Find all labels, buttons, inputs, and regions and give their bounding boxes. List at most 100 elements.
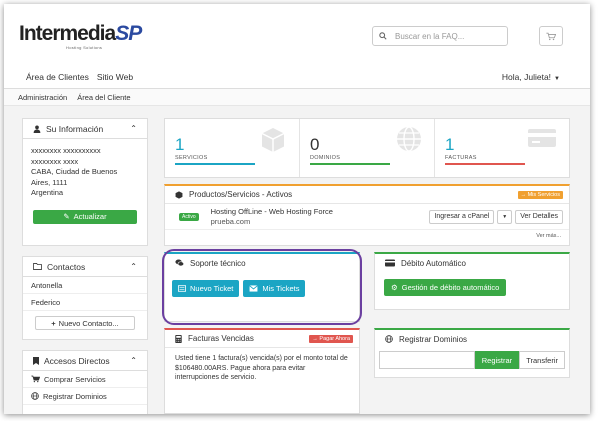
cpanel-label: Ingresar a cPanel: [434, 213, 490, 220]
domain-input[interactable]: [379, 351, 475, 369]
calculator-icon: [175, 334, 182, 343]
contact-item[interactable]: Antonella: [23, 277, 147, 294]
domains-label: DOMINIOS: [310, 155, 341, 161]
bookmark-icon: [33, 356, 39, 365]
stats-tiles: 1 SERVICIOS 0 DOMINIOS 1 FACTURAS: [164, 118, 570, 178]
view-more-link[interactable]: Ver más...: [165, 230, 569, 242]
register-button[interactable]: Registrar: [474, 351, 520, 369]
my-services-link[interactable]: → Mis Servicios: [517, 190, 563, 199]
shortcut-item[interactable]: Comprar Servicios: [23, 371, 147, 388]
services-bar: [175, 163, 255, 165]
globe-icon: [31, 392, 39, 400]
shortcuts-panel: Accesos Directos ⌃ Comprar Servicios Reg…: [22, 350, 148, 414]
shortcuts-header[interactable]: Accesos Directos ⌃: [23, 351, 147, 371]
address-line: CABA, Ciudad de Buenos: [31, 167, 118, 176]
overdue-invoices-panel: Facturas Vencidas → Pagar Ahora Usted ti…: [164, 328, 360, 414]
register-domains-panel: Registrar Dominios Registrar Transferir: [374, 328, 570, 378]
faq-search[interactable]: [372, 26, 508, 46]
contacts-header[interactable]: Contactos ⌃: [23, 257, 147, 277]
plus-icon: +: [51, 318, 56, 328]
nav-item-client-area[interactable]: Área de Clientes: [26, 72, 89, 82]
support-title: Soporte técnico: [190, 258, 246, 268]
app-window: IntermediaSP Hosting Solutions Área de C…: [4, 4, 590, 414]
search-icon: [379, 32, 387, 40]
your-info-header[interactable]: Su Información ⌃: [23, 119, 147, 139]
address-line: Aires, 1111: [31, 177, 68, 187]
shortcut-item[interactable]: Registrar Dominios: [23, 388, 147, 405]
products-panel: Productos/Servicios - Activos → Mis Serv…: [164, 184, 570, 246]
update-button[interactable]: ✎ Actualizar: [33, 209, 137, 224]
tile-domains[interactable]: 0 DOMINIOS: [300, 119, 435, 177]
invoices-count: 1: [445, 135, 455, 154]
your-info-title: Su Información: [46, 123, 104, 134]
transfer-button[interactable]: Transferir: [519, 351, 565, 369]
envelope-icon: [249, 285, 259, 292]
shortcut-label: Registrar Dominios: [43, 391, 107, 401]
invoices-label: FACTURAS: [445, 155, 477, 161]
user-icon: [33, 125, 41, 133]
new-contact-button[interactable]: + Nuevo Contacto...: [35, 316, 135, 330]
product-actions: Ingresar a cPanel ▼ Ver Detalles: [429, 209, 563, 224]
services-count: 1: [175, 135, 185, 154]
new-contact-label: Nuevo Contacto...: [58, 318, 119, 328]
product-dropdown-toggle[interactable]: ▼: [497, 209, 513, 224]
your-info-panel: Su Información ⌃ xxxxxxxx xxxxxxxxxx xxx…: [22, 118, 148, 246]
cart-button[interactable]: [539, 26, 563, 46]
view-details-label: Ver Detalles: [520, 213, 558, 220]
caret-down-icon: ▼: [502, 213, 508, 220]
breadcrumb-client-area[interactable]: Área del Cliente: [77, 93, 130, 102]
overdue-message: Usted tiene 1 factura(s) vencida(s) por …: [175, 355, 348, 381]
domains-bar: [310, 163, 390, 165]
cube-icon: [261, 128, 285, 152]
contacts-panel: Contactos ⌃ Antonella Federico + Nuevo C…: [22, 256, 148, 340]
services-label: SERVICIOS: [175, 155, 208, 161]
update-button-label: Actualizar: [73, 212, 107, 221]
tile-services[interactable]: 1 SERVICIOS: [165, 119, 300, 177]
pencil-icon: ✎: [63, 212, 70, 221]
address-line: Argentina: [31, 188, 64, 197]
my-tickets-button[interactable]: Mis Tickets: [243, 280, 306, 297]
breadcrumb-admin[interactable]: Administración: [18, 93, 67, 102]
credit-card-icon: [528, 129, 556, 147]
address-line: xxxxxxxx xxxx: [31, 156, 79, 166]
product-row[interactable]: Activo Hosting OffLine - Web Hosting For…: [165, 204, 569, 230]
contact-name: Federico: [31, 297, 61, 307]
tile-invoices[interactable]: 1 FACTURAS: [435, 119, 569, 177]
manage-debit-button[interactable]: ⚙ Gestión de débito automático: [384, 279, 507, 296]
pay-now-link[interactable]: → Pagar Ahora: [309, 334, 353, 343]
address-line: xxxxxxxx xxxxxxxxxx: [31, 146, 101, 155]
new-ticket-label: Nuevo Ticket: [190, 284, 234, 293]
credit-card-icon: [385, 259, 395, 267]
chevron-up-icon[interactable]: ⌃: [130, 124, 137, 133]
search-input[interactable]: [395, 31, 495, 41]
user-greeting: Hola, Julieta!: [501, 72, 552, 82]
view-details-button[interactable]: Ver Detalles: [515, 209, 563, 224]
domains-count: 0: [310, 135, 320, 154]
chevron-up-icon[interactable]: ⌃: [130, 262, 137, 271]
my-services-label: Mis Servicios: [527, 191, 560, 198]
contact-item[interactable]: Federico: [23, 294, 147, 311]
brand-suffix: SP: [115, 22, 142, 45]
debit-header: Débito Automático: [375, 254, 569, 272]
invoices-bar: [445, 163, 525, 165]
invoices-header: Facturas Vencidas → Pagar Ahora: [165, 330, 359, 348]
caret-down-icon: ▼: [554, 76, 560, 82]
new-ticket-button[interactable]: Nuevo Ticket: [172, 280, 240, 297]
globe-icon: [385, 335, 393, 343]
pay-now-label: Pagar Ahora: [319, 335, 350, 342]
invoices-title: Facturas Vencidas: [188, 334, 254, 343]
nav-item-website[interactable]: Sitio Web: [97, 72, 133, 82]
support-header: Soporte técnico: [165, 254, 359, 272]
cpanel-login-button[interactable]: Ingresar a cPanel: [429, 209, 495, 224]
globe-icon: [397, 126, 421, 152]
products-title: Productos/Servicios - Activos: [189, 190, 293, 199]
domains-header: Registrar Dominios: [375, 330, 569, 348]
brand-logo[interactable]: IntermediaSP: [19, 22, 142, 46]
cube-icon: [175, 190, 183, 199]
chevron-up-icon[interactable]: ⌃: [130, 356, 137, 365]
debit-title: Débito Automático: [401, 258, 466, 268]
status-badge: Activo: [179, 212, 199, 221]
ticket-icon: [178, 285, 186, 292]
user-menu[interactable]: Hola, Julieta! ▼: [502, 72, 560, 82]
my-tickets-label: Mis Tickets: [262, 284, 300, 293]
